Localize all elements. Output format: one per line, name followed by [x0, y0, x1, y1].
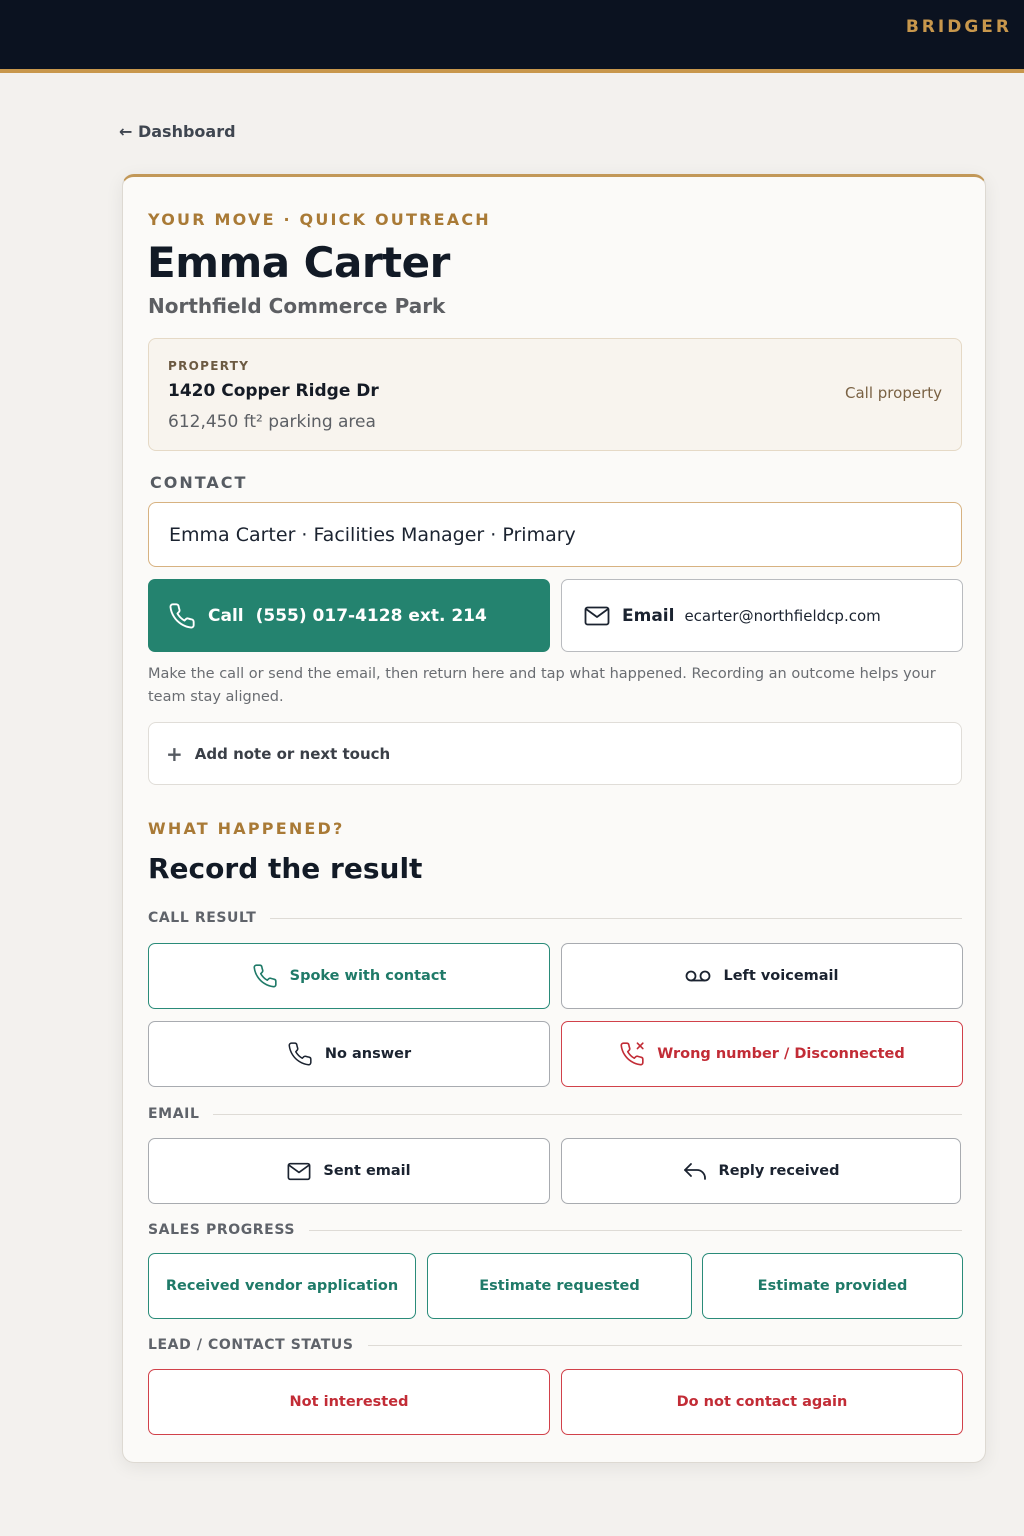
- call-result-group-label: CALL RESULT: [148, 910, 962, 926]
- estimate-requested-button[interactable]: Estimate requested: [427, 1253, 692, 1319]
- record-result-title: Record the result: [148, 852, 423, 885]
- back-to-dashboard-link[interactable]: ← Dashboard: [119, 122, 236, 141]
- call-button-number: (555) 017-4128 ext. 214: [255, 605, 487, 626]
- card-eyebrow: YOUR MOVE · QUICK OUTREACH: [148, 210, 491, 229]
- email-button-label: Email: [622, 605, 675, 626]
- envelope-icon: [287, 1162, 311, 1180]
- estimate-provided-label: Estimate provided: [757, 1278, 908, 1294]
- vendor-application-button[interactable]: Received vendor application: [148, 1253, 416, 1319]
- divider: [309, 1229, 962, 1231]
- divider: [270, 917, 962, 919]
- lead-status-text: LEAD / CONTACT STATUS: [148, 1337, 354, 1353]
- email-group-label: EMAIL: [148, 1106, 962, 1122]
- call-property-link[interactable]: Call property: [845, 384, 942, 402]
- divider: [213, 1113, 962, 1115]
- left-voicemail-label: Left voicemail: [723, 968, 839, 984]
- no-answer-label: No answer: [324, 1046, 412, 1062]
- call-button[interactable]: Call (555) 017-4128 ext. 214: [148, 579, 550, 652]
- company-subtitle: Northfield Commerce Park: [148, 294, 446, 318]
- wrong-number-label: Wrong number / Disconnected: [657, 1046, 905, 1062]
- property-address: 1420 Copper Ridge Dr: [168, 381, 379, 401]
- sales-progress-group-label: SALES PROGRESS: [148, 1222, 962, 1238]
- spoke-with-contact-button[interactable]: Spoke with contact: [148, 943, 550, 1009]
- reply-received-button[interactable]: Reply received: [561, 1138, 961, 1204]
- top-bar: BRIDGER: [0, 0, 1024, 73]
- divider: [367, 1344, 962, 1346]
- add-note-label: Add note or next touch: [194, 744, 391, 763]
- outreach-card: YOUR MOVE · QUICK OUTREACH Emma Carter N…: [122, 174, 986, 1463]
- call-result-label: CALL RESULT: [148, 910, 257, 926]
- sent-email-label: Sent email: [323, 1163, 411, 1179]
- what-happened-eyebrow: WHAT HAPPENED?: [148, 819, 345, 838]
- reply-received-label: Reply received: [718, 1163, 840, 1179]
- wrong-number-button[interactable]: Wrong number / Disconnected: [561, 1021, 963, 1087]
- property-box: PROPERTY 1420 Copper Ridge Dr 612,450 ft…: [148, 338, 962, 451]
- sales-progress-text: SALES PROGRESS: [148, 1222, 296, 1238]
- phone-icon: [169, 602, 195, 628]
- email-button-address: ecarter@northfieldcp.com: [684, 606, 881, 625]
- do-not-contact-button[interactable]: Do not contact again: [561, 1369, 963, 1435]
- envelope-icon: [584, 606, 610, 625]
- not-interested-button[interactable]: Not interested: [148, 1369, 550, 1435]
- property-area: 612,450 ft² parking area: [168, 412, 376, 432]
- add-note-button[interactable]: + Add note or next touch: [148, 722, 962, 785]
- helper-text: Make the call or send the email, then re…: [148, 666, 936, 705]
- plus-icon: +: [166, 741, 183, 766]
- email-button[interactable]: Email ecarter@northfieldcp.com: [561, 579, 963, 652]
- reply-icon: [683, 1163, 706, 1180]
- phone-icon: [288, 1042, 312, 1066]
- estimate-provided-button[interactable]: Estimate provided: [702, 1253, 963, 1319]
- email-group-text: EMAIL: [148, 1106, 200, 1122]
- sent-email-button[interactable]: Sent email: [148, 1138, 550, 1204]
- lead-status-group-label: LEAD / CONTACT STATUS: [148, 1337, 962, 1353]
- contact-section-label: CONTACT: [150, 473, 248, 492]
- phone-missed-icon: [620, 1042, 644, 1066]
- brand-logo[interactable]: BRIDGER: [906, 17, 1012, 37]
- voicemail-icon: [686, 970, 711, 982]
- spoke-with-contact-label: Spoke with contact: [289, 968, 447, 984]
- vendor-application-label: Received vendor application: [165, 1278, 399, 1294]
- contact-select[interactable]: Emma Carter · Facilities Manager · Prima…: [148, 502, 962, 567]
- property-label: PROPERTY: [168, 359, 250, 373]
- call-button-label: Call: [208, 605, 244, 626]
- estimate-requested-label: Estimate requested: [479, 1278, 640, 1294]
- do-not-contact-label: Do not contact again: [676, 1394, 848, 1410]
- phone-icon: [253, 964, 277, 988]
- left-voicemail-button[interactable]: Left voicemail: [561, 943, 963, 1009]
- contact-name-title: Emma Carter: [147, 238, 450, 287]
- no-answer-button[interactable]: No answer: [148, 1021, 550, 1087]
- not-interested-label: Not interested: [289, 1394, 409, 1410]
